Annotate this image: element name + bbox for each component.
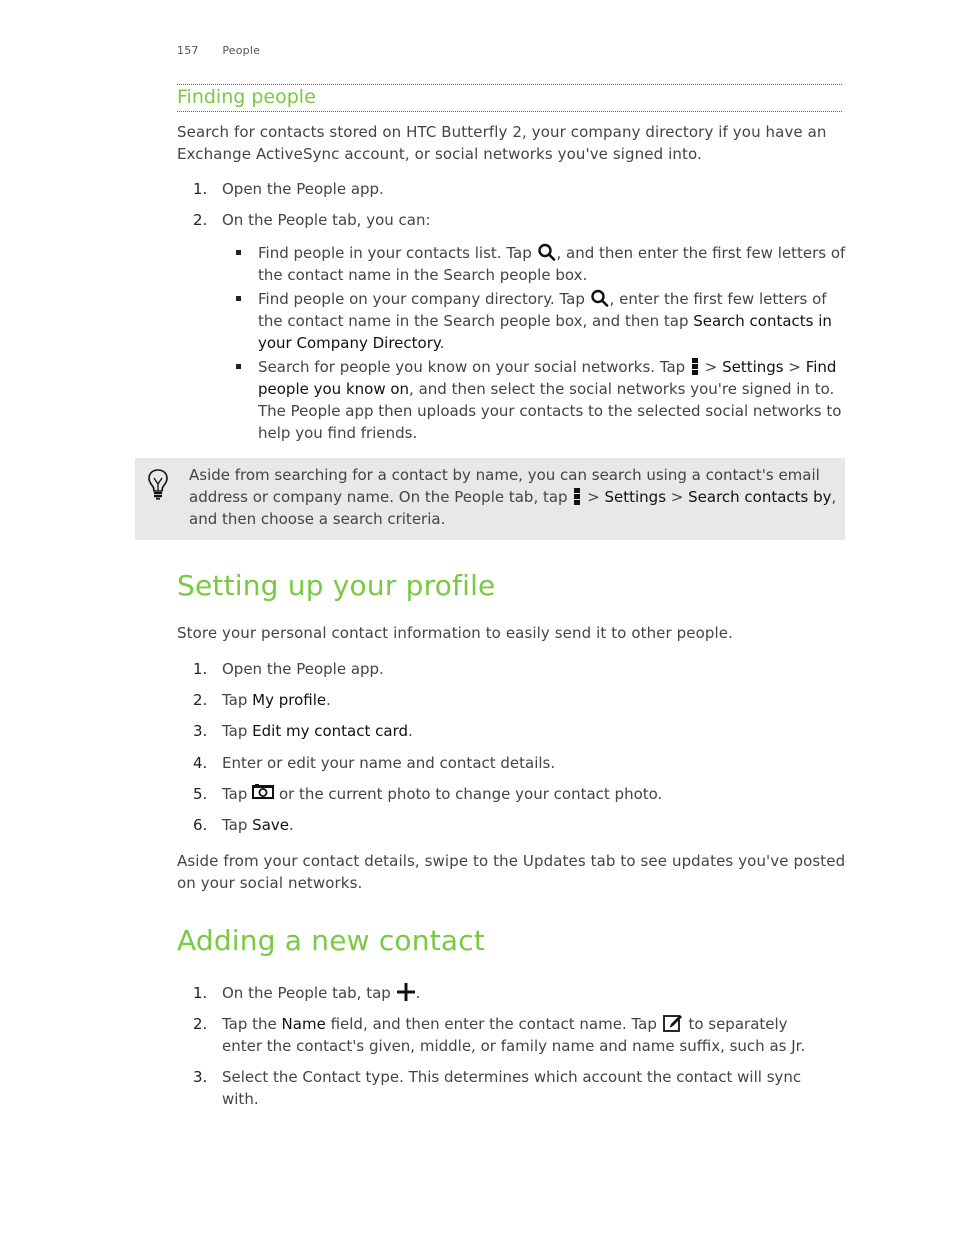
step-text: Tap the Name field, and then enter the c… <box>222 1013 822 1057</box>
separator: > <box>666 488 689 506</box>
bullet-text-part: Find people on your company directory. T… <box>258 290 585 308</box>
step-text: On the People tab, tap . <box>222 982 822 1004</box>
section-heading-profile: Setting up your profile <box>177 569 496 602</box>
step-text: Tap Save. <box>222 814 822 836</box>
step-number: 3. <box>193 1068 208 1086</box>
step-text: Open the People app. <box>222 180 384 198</box>
step-number: 3. <box>193 722 208 740</box>
step-number: 4. <box>193 754 208 772</box>
step-number: 2. <box>193 691 208 709</box>
bullet-marker <box>236 250 241 255</box>
step-text-part: . <box>408 722 413 740</box>
ui-label-save: Save <box>252 816 289 834</box>
step-text-part: Tap the <box>222 1015 282 1033</box>
step-text-part: On the People tab, tap <box>222 984 396 1002</box>
bullet-text: Search for people you know on your socia… <box>258 356 848 444</box>
camera-icon <box>252 784 275 799</box>
finding-people-intro: Search for contacts stored on HTC Butter… <box>177 123 827 163</box>
search-icon <box>590 289 608 307</box>
profile-intro: Store your personal contact information … <box>177 624 733 642</box>
step-text: Tap My profile. <box>222 689 822 711</box>
bullet-text: Find people on your company directory. T… <box>258 288 848 354</box>
step-text-part: . <box>289 816 294 834</box>
step-number: 1. <box>193 180 208 198</box>
chapter-name: People <box>222 44 261 57</box>
ui-label-search-contacts-by: Search contacts by <box>688 488 832 506</box>
bullet-text-part: Search for people you know on your socia… <box>258 358 686 376</box>
step-text-part: Tap <box>222 691 253 709</box>
step-text: Tap Edit my contact card. <box>222 720 822 742</box>
lightbulb-icon <box>148 469 168 500</box>
separator: > <box>699 358 723 376</box>
step-number: 2. <box>193 1015 208 1033</box>
tip-text: Aside from searching for a contact by na… <box>189 464 839 530</box>
step-text-part: field, and then enter the contact name. … <box>325 1015 662 1033</box>
step-text: Open the People app. <box>222 660 384 678</box>
step-text: Enter or edit your name and contact deta… <box>222 754 556 772</box>
step-text-part: or the current photo to change your cont… <box>274 785 663 803</box>
bullet-text-part: Find people in your contacts list. Tap <box>258 244 532 262</box>
separator: > <box>783 358 806 376</box>
document-page: 157 People Finding people Search for con… <box>0 0 954 1235</box>
bullet-marker <box>236 364 241 369</box>
ui-label-settings: Settings <box>722 358 784 376</box>
profile-outro: Aside from your contact details, swipe t… <box>177 852 846 892</box>
step-text: Tap or the current photo to change your … <box>222 783 822 805</box>
step-number: 5. <box>193 785 208 803</box>
step-number: 1. <box>193 660 208 678</box>
ui-label-name: Name <box>281 1015 326 1033</box>
step-text-part: Tap <box>222 816 253 834</box>
step-text-part: Tap <box>222 722 253 740</box>
ui-label-my-profile: My profile <box>252 691 327 709</box>
menu-icon <box>574 488 581 505</box>
search-icon <box>537 243 555 261</box>
step-number: 1. <box>193 984 208 1002</box>
separator: > <box>582 488 605 506</box>
tip-box: Aside from searching for a contact by na… <box>135 458 845 540</box>
ui-label-settings: Settings <box>604 488 667 506</box>
section-heading-finding-people: Finding people <box>177 86 316 108</box>
section-rule-bottom <box>177 111 842 112</box>
running-header: 157 People <box>177 44 260 57</box>
bullet-marker <box>236 296 241 301</box>
step-number: 2. <box>193 211 208 229</box>
section-rule-top <box>177 84 842 85</box>
plus-icon <box>396 983 415 1001</box>
step-text-part: . <box>415 984 421 1002</box>
bullet-text: Find people in your contacts list. Tap ,… <box>258 242 848 286</box>
menu-icon <box>691 358 698 375</box>
page-number: 157 <box>177 44 199 57</box>
step-text-part: . <box>326 691 331 709</box>
step-number: 6. <box>193 816 208 834</box>
section-heading-new-contact: Adding a new contact <box>177 924 486 957</box>
bullet-text-part: . <box>439 334 445 352</box>
edit-icon <box>662 1015 682 1032</box>
step-text: On the People tab, you can: <box>222 211 431 229</box>
step-text: Select the Contact type. This determines… <box>222 1068 802 1108</box>
ui-label-edit-contact-card: Edit my contact card <box>252 722 409 740</box>
step-text-part: Tap <box>222 785 253 803</box>
